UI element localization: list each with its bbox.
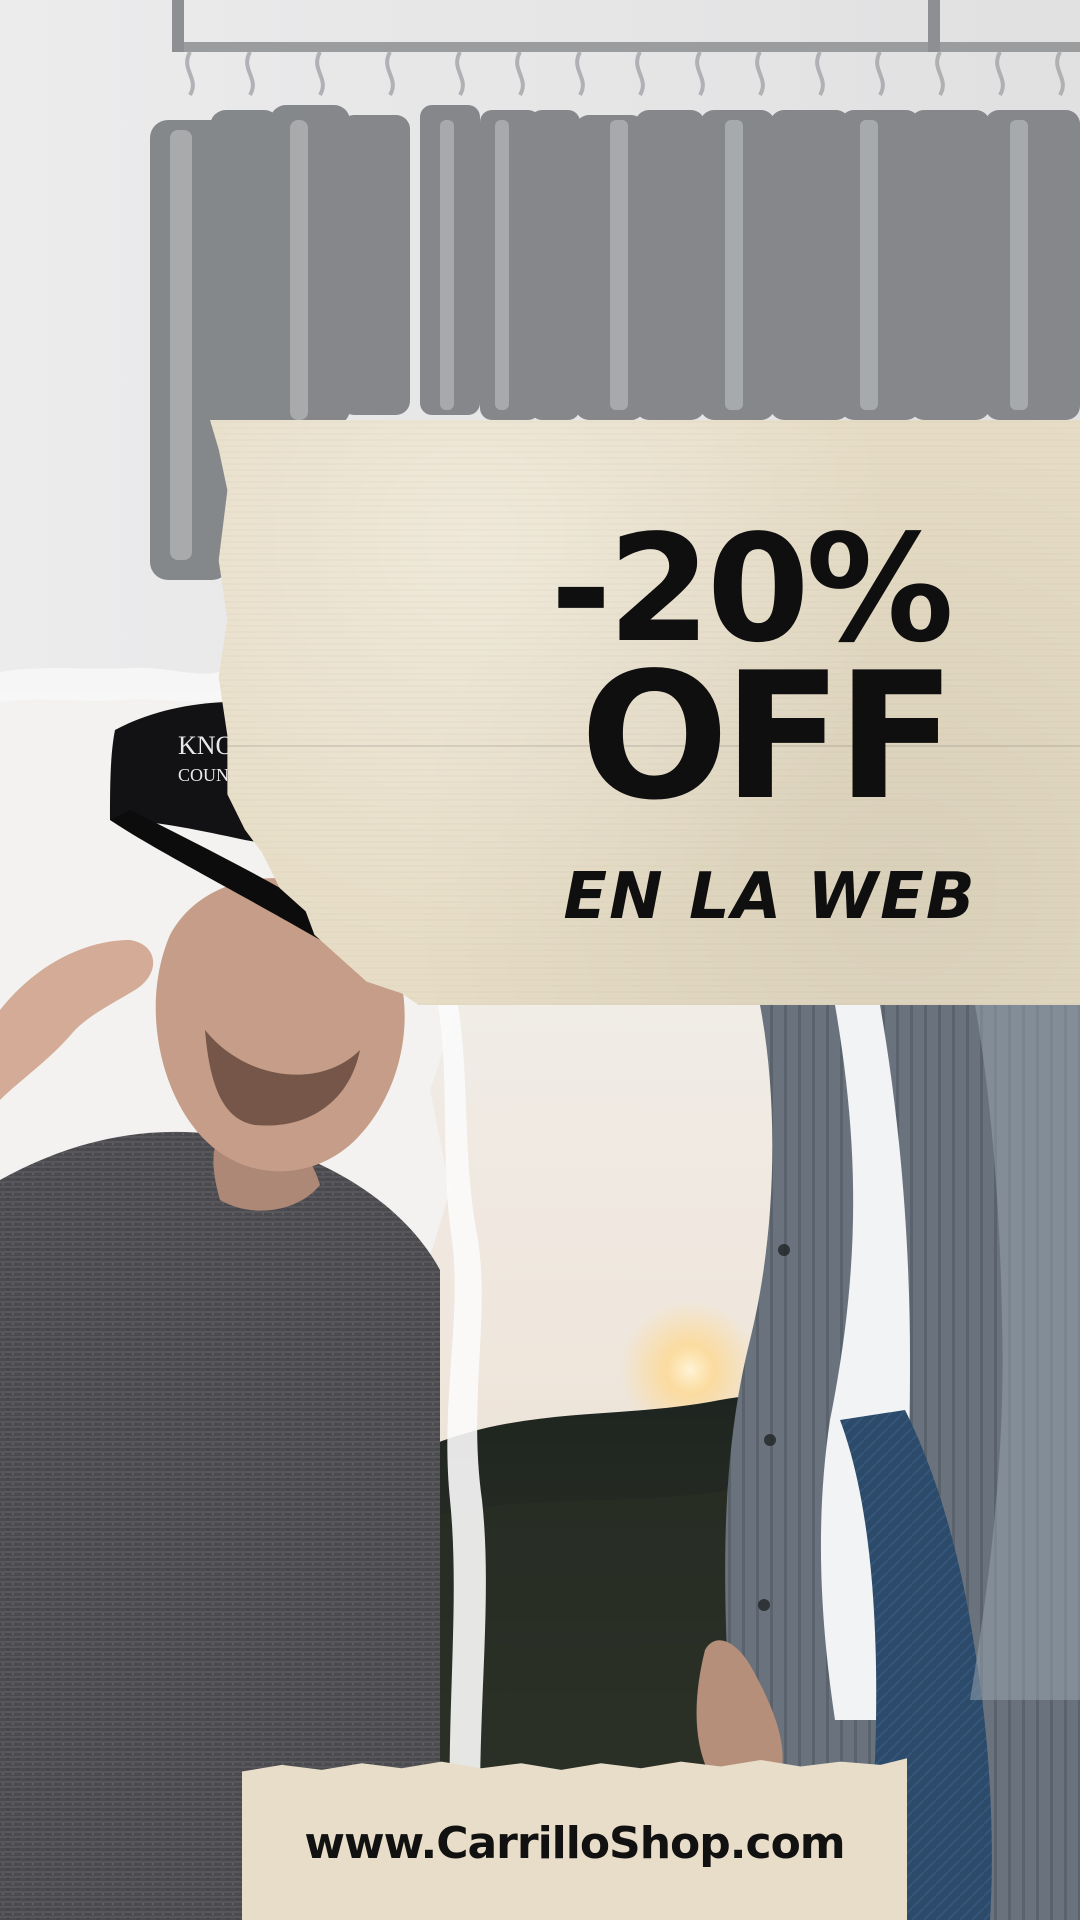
website-url[interactable]: www.CarrilloShop.com: [242, 1818, 907, 1869]
off-text: OFF: [580, 636, 956, 839]
online-only-text: EN LA WEB: [563, 860, 977, 934]
cap-logo-text-1: KNO: [178, 731, 234, 760]
